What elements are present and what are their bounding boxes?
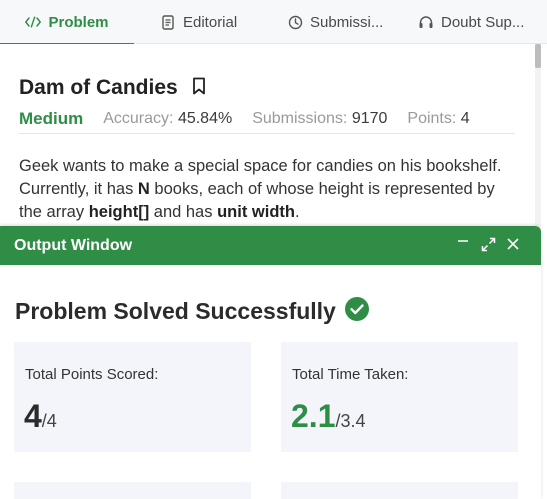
desc-text: .	[294, 203, 300, 221]
time-taken-label: Total Time Taken:	[292, 366, 409, 383]
expand-icon[interactable]	[478, 234, 498, 254]
code-icon	[25, 14, 42, 30]
close-icon[interactable]	[503, 234, 523, 254]
stats-card	[14, 482, 251, 499]
submissions-label: Submissions:	[252, 109, 348, 127]
status-message: Problem Solved Successfully	[15, 298, 336, 324]
submissions: Submissions: 9170	[252, 110, 387, 128]
submissions-value: 9170	[351, 109, 388, 127]
stats-card	[281, 482, 518, 499]
points-scored-value: 4 /4	[24, 398, 57, 435]
tab-bar: Problem Editorial Submissi... Doubt Sup.…	[0, 0, 547, 44]
points-card: Total Points Scored: 4 /4	[14, 342, 251, 452]
scrollbar-thumb[interactable]	[535, 44, 541, 68]
tab-label: Editorial	[183, 13, 238, 31]
desc-bold: unit width	[217, 203, 295, 221]
accuracy: Accuracy: 45.84%	[103, 110, 232, 128]
tab-doubt-support[interactable]: Doubt Sup...	[418, 0, 546, 44]
tab-submissions[interactable]: Submissi...	[287, 0, 393, 44]
accuracy-label: Accuracy:	[103, 109, 174, 127]
tab-problem[interactable]: Problem	[0, 0, 134, 44]
points-scored: 4	[24, 398, 42, 434]
points-scored-label: Total Points Scored:	[25, 366, 159, 383]
points-total: /4	[41, 411, 57, 431]
points-value: 4	[460, 109, 470, 127]
accuracy-value: 45.84%	[177, 109, 233, 127]
difficulty-badge: Medium	[19, 108, 84, 128]
tab-editorial[interactable]: Editorial	[160, 0, 260, 44]
title-row: Dam of Candies	[19, 76, 206, 100]
clock-icon	[287, 14, 303, 30]
bookmark-icon[interactable]	[192, 77, 206, 100]
time-card: Total Time Taken: 2.1 /3.4	[281, 342, 518, 452]
tab-label: Doubt Sup...	[441, 13, 525, 31]
problem-meta: Medium Accuracy: 45.84% Submissions: 917…	[19, 104, 515, 134]
problem-panel: Dam of Candies Medium Accuracy: 45.84% S…	[0, 44, 530, 229]
time-taken-value: 2.1 /3.4	[291, 398, 366, 435]
headset-icon	[418, 14, 434, 30]
check-circle-icon	[344, 296, 370, 327]
tab-label: Submissi...	[310, 13, 384, 31]
points-label: Points:	[407, 109, 457, 127]
problem-title: Dam of Candies	[19, 76, 178, 99]
minimize-icon[interactable]	[453, 234, 473, 254]
document-icon	[160, 14, 176, 30]
status-row: Problem Solved Successfully	[15, 296, 370, 327]
time-limit: /3.4	[335, 411, 366, 431]
desc-bold: N	[137, 180, 150, 198]
output-window: Output Window Problem Solved Successfull…	[0, 226, 541, 499]
desc-bold: height[]	[88, 203, 150, 221]
output-window-title: Output Window	[14, 236, 133, 254]
tab-label: Problem	[48, 13, 109, 31]
time-taken: 2.1	[291, 398, 336, 434]
desc-text: and has	[149, 203, 218, 221]
problem-description: Geek wants to make a special space for c…	[19, 155, 515, 224]
points: Points: 4	[407, 110, 469, 128]
